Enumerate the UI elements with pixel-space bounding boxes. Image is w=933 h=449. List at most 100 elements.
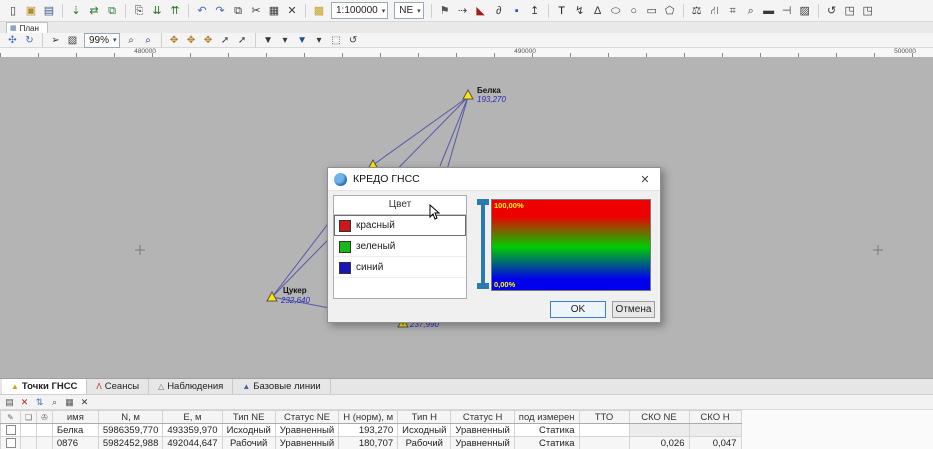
new-sheet-icon[interactable]: ⎘ xyxy=(131,3,147,19)
cell-имя[interactable]: 0876 xyxy=(52,437,98,449)
scale-combo[interactable]: 1:100000▾ xyxy=(331,2,388,19)
cell-статус-h[interactable]: Уравненный xyxy=(451,424,514,437)
cell-тто[interactable] xyxy=(579,424,629,437)
zoom-in-icon[interactable]: ⌕ xyxy=(141,34,156,47)
find-row-icon[interactable]: ⌕ xyxy=(48,396,61,408)
elevation-icon[interactable]: ↥ xyxy=(527,3,543,19)
row-checkbox[interactable] xyxy=(6,425,16,435)
marker-blue-icon[interactable]: ▪ xyxy=(509,3,525,19)
grab-hand-2-icon[interactable]: ✥ xyxy=(184,34,199,47)
table-row[interactable]: 08765982452,988492044,647РабочийУравненн… xyxy=(1,437,742,449)
cell-тип-ne[interactable]: Исходный xyxy=(222,424,275,437)
points-add-icon[interactable]: ⚖ xyxy=(689,3,705,19)
filter2-icon[interactable]: ▼ xyxy=(295,34,310,47)
tab-observations[interactable]: △Наблюдения xyxy=(149,379,233,394)
circle-tool-icon[interactable]: ○ xyxy=(626,3,642,19)
cell-статус-ne[interactable]: Уравненный xyxy=(275,437,338,449)
redo-icon[interactable]: ↷ xyxy=(212,3,228,19)
column-header-9[interactable]: ТТО xyxy=(579,411,629,424)
tab-plan[interactable]: ▦ План xyxy=(6,22,48,33)
color-item-red[interactable]: красный xyxy=(334,215,466,236)
import-project-icon[interactable]: ⧉ xyxy=(104,3,120,19)
points-grid-icon[interactable]: ⌗ xyxy=(725,3,741,19)
cell-под-измерен[interactable]: Статика xyxy=(514,437,579,449)
table-corner-header[interactable]: ✎ xyxy=(1,411,21,424)
point-flag-icon[interactable]: ⚑ xyxy=(437,3,453,19)
ne-combo[interactable]: NE▾ xyxy=(394,2,423,19)
filter-dropdown-icon[interactable]: ▾ xyxy=(278,34,293,47)
window-2-icon[interactable]: ◳ xyxy=(860,3,876,19)
properties-icon[interactable]: ▩ xyxy=(311,3,327,19)
row-checkbox[interactable] xyxy=(6,438,16,448)
cell-тип-h[interactable]: Рабочий xyxy=(398,437,451,449)
snap-loop-icon[interactable]: ∂ xyxy=(491,3,507,19)
column-header-5[interactable]: H (норм), м xyxy=(339,411,398,424)
column-header-7[interactable]: Статус H xyxy=(451,411,514,424)
cell-статус-ne[interactable]: Уравненный xyxy=(275,424,338,437)
export-dxf-icon[interactable]: ⇊ xyxy=(149,3,165,19)
cell-n-м[interactable]: 5982452,988 xyxy=(98,437,162,449)
paste-icon[interactable]: ▦ xyxy=(266,3,282,19)
cell-h-норм-м[interactable]: 180,707 xyxy=(339,437,398,449)
cell-e-м[interactable]: 493359,970 xyxy=(163,424,222,437)
save-icon[interactable]: ▤ xyxy=(41,3,57,19)
cell-тип-ne[interactable]: Рабочий xyxy=(222,437,275,449)
color-item-green[interactable]: зеленый xyxy=(334,236,466,257)
dimension-tool-icon[interactable]: ⊣ xyxy=(779,3,795,19)
table-tool-icon[interactable]: ▬ xyxy=(761,3,777,19)
rotate-view-icon[interactable]: ↺ xyxy=(824,3,840,19)
move-rows-icon[interactable]: ⇅ xyxy=(33,396,46,408)
exchange-xyz-icon[interactable]: ⇄ xyxy=(86,3,102,19)
new-document-icon[interactable]: ▯ xyxy=(5,3,21,19)
select-props-icon[interactable]: ▧ xyxy=(65,34,80,47)
cell-e-м[interactable]: 492044,647 xyxy=(163,437,222,449)
zoom-combo[interactable]: 99%▾ xyxy=(84,33,120,48)
zoom-out-icon[interactable]: ⌕ xyxy=(124,34,139,47)
column-header-10[interactable]: СКО NE xyxy=(629,411,689,424)
polygon-tool-icon[interactable]: ⬠ xyxy=(662,3,678,19)
node-edit-icon[interactable]: ↯ xyxy=(572,3,588,19)
points-edit-icon[interactable]: ⛙ xyxy=(707,3,723,19)
copy-icon[interactable]: ⧉ xyxy=(230,3,246,19)
cell-ско-ne[interactable]: 0,026 xyxy=(629,437,689,449)
ok-button[interactable]: OK xyxy=(550,301,606,318)
color-item-blue[interactable]: синий xyxy=(334,257,466,278)
column-header-3[interactable]: Тип NE xyxy=(222,411,275,424)
area-fill-icon[interactable]: ◣ xyxy=(473,3,489,19)
undo-icon[interactable]: ↶ xyxy=(194,3,210,19)
cell-h-норм-м[interactable]: 193,270 xyxy=(339,424,398,437)
grid-settings-icon[interactable]: ▦ xyxy=(63,396,76,408)
cell-ско-ne[interactable] xyxy=(629,424,689,437)
table-menu-icon[interactable]: ▤ xyxy=(3,396,16,408)
table-corner-header[interactable]: ✇ xyxy=(37,411,53,424)
text-tool-icon[interactable]: T xyxy=(554,3,570,19)
opacity-slider[interactable] xyxy=(477,199,489,289)
close-icon[interactable]: ✕ xyxy=(636,173,654,186)
cell-имя[interactable]: Белка xyxy=(52,424,98,437)
table-row[interactable]: Белка5986359,770493359,970ИсходныйУравне… xyxy=(1,424,742,437)
layers-tool-icon[interactable]: ▨ xyxy=(797,3,813,19)
cell-под-измерен[interactable]: Статика xyxy=(514,424,579,437)
clear-filter-icon[interactable]: ✕ xyxy=(78,396,91,408)
pan-view-icon[interactable]: ✣ xyxy=(5,34,20,47)
move-node-icon[interactable]: ⇢ xyxy=(455,3,471,19)
point-marker-belka[interactable] xyxy=(463,90,473,99)
dialog-titlebar[interactable]: КРЕДО ГНСС ✕ xyxy=(328,168,660,191)
filter-icon[interactable]: ▼ xyxy=(261,34,276,47)
cell-n-м[interactable]: 5986359,770 xyxy=(98,424,162,437)
export-mf-icon[interactable]: ⇈ xyxy=(167,3,183,19)
cell-тип-h[interactable]: Исходный xyxy=(398,424,451,437)
column-header-8[interactable]: под измерен xyxy=(514,411,579,424)
ellipse-tool-icon[interactable]: ⬭ xyxy=(608,3,624,19)
gradient-preview[interactable]: 100,00% 0,00% xyxy=(491,199,651,291)
cell-ско-h[interactable] xyxy=(689,424,741,437)
column-header-11[interactable]: СКО H xyxy=(689,411,741,424)
cell-тто[interactable] xyxy=(579,437,629,449)
column-header-0[interactable]: имя xyxy=(52,411,98,424)
window-1-icon[interactable]: ◳ xyxy=(842,3,858,19)
delete-icon[interactable]: ✕ xyxy=(284,3,300,19)
tab-sessions[interactable]: ΛСеансы xyxy=(87,379,149,394)
search-point-icon[interactable]: ⌕ xyxy=(743,3,759,19)
cell-ско-h[interactable]: 0,047 xyxy=(689,437,741,449)
import-points-icon[interactable]: ⇣ xyxy=(68,3,84,19)
